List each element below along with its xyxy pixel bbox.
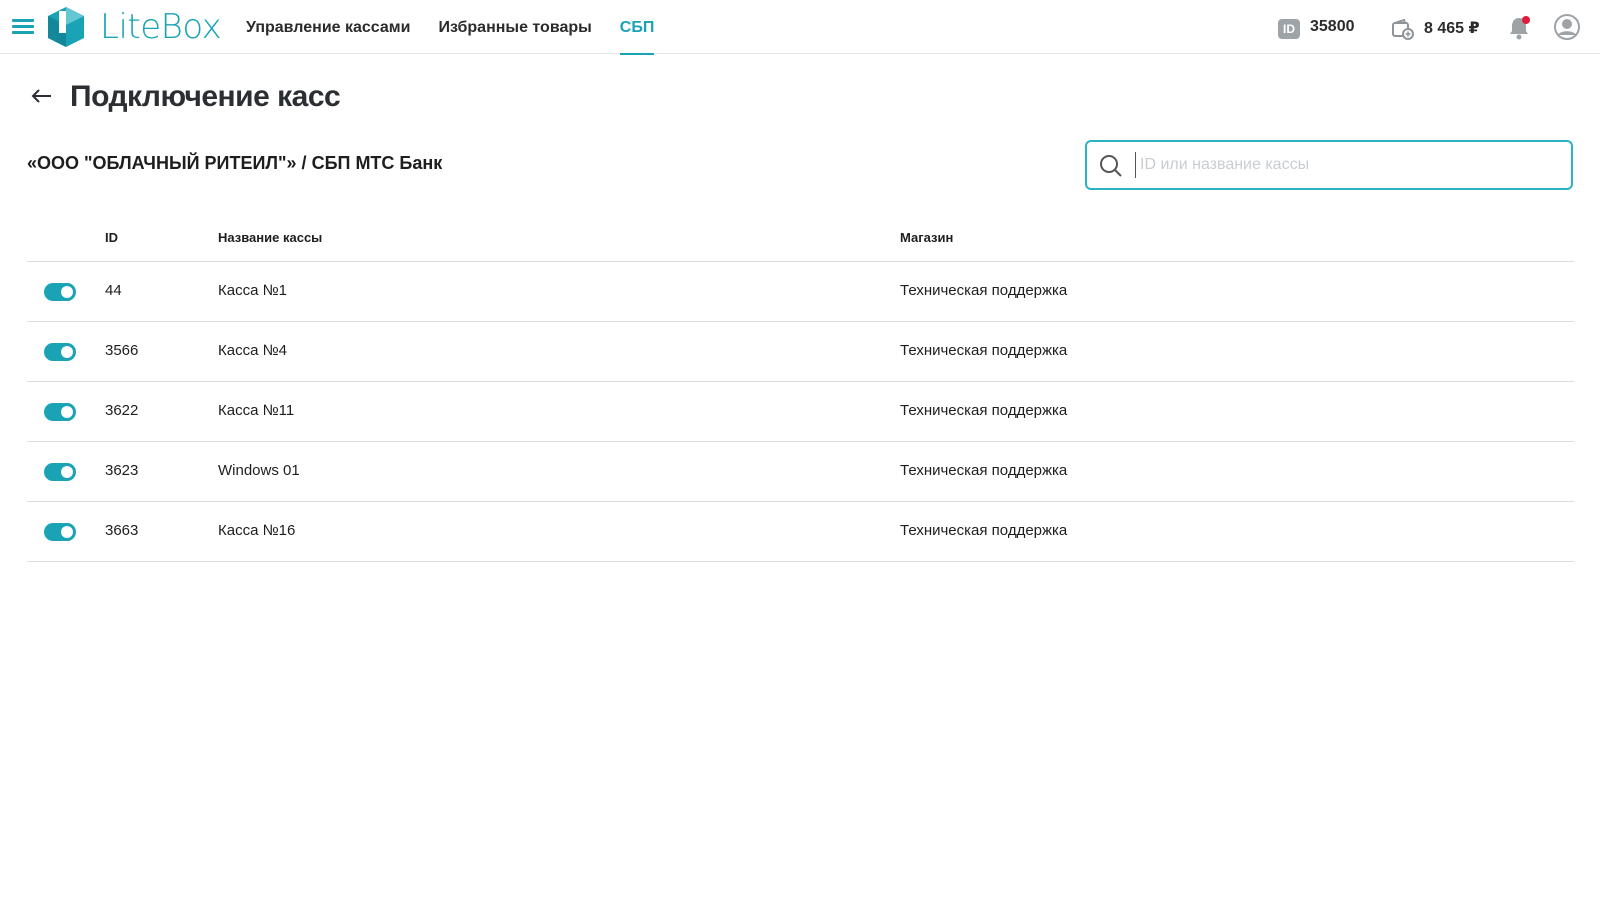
column-header-store: Магазин xyxy=(900,230,954,245)
table-row: 44 Касса №1 Техническая поддержка xyxy=(27,262,1574,322)
row-store: Техническая поддержка xyxy=(900,462,1068,479)
row-id: 3622 xyxy=(105,402,139,419)
account-id: 35800 xyxy=(1310,18,1355,35)
row-name: Касса №1 xyxy=(218,282,288,299)
table-row: 3622 Касса №11 Техническая поддержка xyxy=(27,382,1574,442)
column-header-name: Название кассы xyxy=(218,230,323,245)
enabled-toggle[interactable] xyxy=(44,523,76,541)
notification-dot xyxy=(1522,16,1530,24)
table-header: ID Название кассы Магазин xyxy=(27,222,1574,262)
nav-item-cash-management[interactable]: Управление кассами xyxy=(246,0,410,54)
breadcrumb-subtitle: «ООО "ОБЛАЧНЫЙ РИТЕИЛ"» / СБП МТС Банк xyxy=(27,153,443,173)
row-name: Касса №16 xyxy=(218,522,296,539)
balance-value: 8 465 ₽ xyxy=(1424,20,1480,37)
table-row: 3623 Windows 01 Техническая поддержка xyxy=(27,442,1574,502)
enabled-toggle[interactable] xyxy=(44,283,76,301)
cash-registers-table: ID Название кассы Магазин 44 Касса №1 Те… xyxy=(27,222,1574,562)
logo-text: LiteBox xyxy=(100,7,222,47)
enabled-toggle[interactable] xyxy=(44,343,76,361)
row-id: 44 xyxy=(105,282,122,299)
row-id: 3663 xyxy=(105,522,139,539)
row-name: Касса №4 xyxy=(218,342,288,359)
enabled-toggle[interactable] xyxy=(44,403,76,421)
enabled-toggle[interactable] xyxy=(44,463,76,481)
search-box[interactable] xyxy=(1085,140,1573,190)
user-avatar-icon[interactable] xyxy=(1554,14,1580,40)
litebox-logo[interactable]: LiteBox xyxy=(44,5,224,49)
table-row: 3663 Касса №16 Техническая поддержка xyxy=(27,502,1574,562)
menu-icon[interactable] xyxy=(12,19,34,35)
logo-cube-icon xyxy=(48,7,84,47)
row-name: Windows 01 xyxy=(218,462,300,479)
id-badge-icon: ID xyxy=(1278,19,1300,39)
row-store: Техническая поддержка xyxy=(900,282,1068,299)
table-row: 3566 Касса №4 Техническая поддержка xyxy=(27,322,1574,382)
row-id: 3566 xyxy=(105,342,139,359)
nav-item-favorite-products[interactable]: Избранные товары xyxy=(438,0,591,54)
search-input[interactable] xyxy=(1135,152,1555,178)
nav-item-sbp[interactable]: СБП xyxy=(619,0,654,55)
page-title: Подключение касс xyxy=(70,80,341,113)
row-store: Техническая поддержка xyxy=(900,342,1068,359)
row-store: Техническая поддержка xyxy=(900,402,1068,419)
top-header: LiteBox Управление кассами Избранные тов… xyxy=(0,0,1600,55)
search-icon xyxy=(1100,155,1122,177)
back-arrow-icon[interactable] xyxy=(29,84,53,108)
row-name: Касса №11 xyxy=(218,402,295,419)
row-store: Техническая поддержка xyxy=(900,522,1068,539)
row-id: 3623 xyxy=(105,462,139,479)
wallet-icon[interactable] xyxy=(1392,18,1414,40)
main-nav: Управление кассами Избранные товары СБП xyxy=(246,0,682,55)
column-header-id: ID xyxy=(105,230,118,245)
